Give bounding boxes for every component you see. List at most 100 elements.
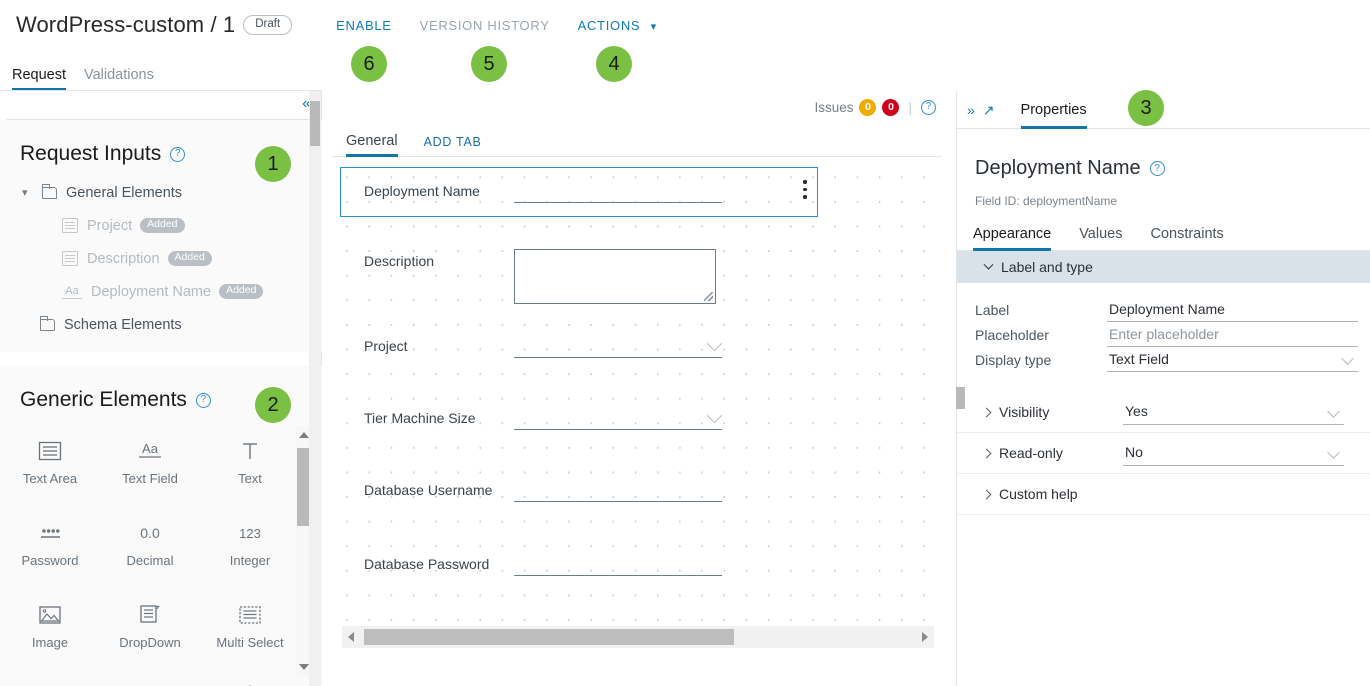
field-menu-icon[interactable] <box>803 180 807 203</box>
tree-item-project[interactable]: Project Added <box>18 209 322 242</box>
tab-properties[interactable]: Properties <box>1020 91 1087 129</box>
display-type-select[interactable]: Text Field <box>1107 347 1358 372</box>
tab-validations[interactable]: Validations <box>84 67 154 91</box>
palette-item-checkbox[interactable] <box>100 678 200 686</box>
accordion-label: Visibility <box>999 404 1050 420</box>
text-area-icon <box>62 251 78 266</box>
help-icon[interactable]: ? <box>195 392 211 408</box>
palette-item-decimal[interactable]: 0.0 Decimal <box>100 514 200 586</box>
field-textarea[interactable] <box>514 249 716 304</box>
actions-menu-button[interactable]: ACTIONS ▾ <box>564 12 671 39</box>
chevron-right-icon <box>981 489 992 499</box>
tab-request[interactable]: Request <box>12 67 67 91</box>
properties-scrollbar-thumb[interactable] <box>956 387 965 409</box>
visibility-select[interactable]: Yes <box>1123 399 1344 425</box>
palette-item-text-field[interactable]: Aa Text Field <box>100 432 200 504</box>
request-inputs-tree: ▾ General Elements Project Added Descrip… <box>0 172 322 341</box>
add-tab-button[interactable]: ADD TAB <box>424 135 482 156</box>
canvas-hscrollbar[interactable] <box>342 626 934 648</box>
version-history-button[interactable]: VERSION HISTORY <box>406 12 564 39</box>
canvas-field-database-username[interactable]: Database Username <box>364 478 722 502</box>
scroll-up-icon[interactable] <box>299 432 309 438</box>
palette-item-text-area[interactable]: Text Area <box>0 432 100 504</box>
svg-text:Aa: Aa <box>142 441 159 456</box>
tab-values[interactable]: Values <box>1079 226 1122 250</box>
added-badge: Added <box>167 250 212 267</box>
chevron-down-icon: ▾ <box>650 20 657 33</box>
help-icon[interactable]: ? <box>1149 161 1165 176</box>
issues-warning-badge[interactable]: 0 <box>859 98 877 116</box>
palette-item-label: Image <box>31 635 69 650</box>
canvas-field-project[interactable]: Project <box>364 334 723 358</box>
scrollbar-thumb[interactable] <box>364 629 734 645</box>
topbar-actions: ENABLE VERSION HISTORY ACTIONS ▾ <box>322 12 671 39</box>
accordion-custom-help[interactable]: Custom help <box>957 474 1370 515</box>
issues-error-badge[interactable]: 0 <box>882 98 900 116</box>
canvas-field-database-password[interactable]: Database Password <box>364 552 722 576</box>
chevron-down-icon <box>1341 352 1354 365</box>
field-dropdown[interactable] <box>514 334 723 358</box>
issues-separator: | <box>908 99 912 115</box>
chevron-down-icon <box>983 259 994 270</box>
tab-general[interactable]: General <box>346 133 398 157</box>
accordion-label: Custom help <box>999 486 1078 502</box>
palette-item-dropdown[interactable]: DropDown <box>100 596 200 668</box>
canvas-field-deployment-name[interactable]: Deployment Name <box>364 179 722 203</box>
collapse-panel-icon[interactable]: » <box>967 103 975 117</box>
field-input[interactable] <box>514 478 722 502</box>
field-label: Description <box>364 253 435 269</box>
palette-item-password[interactable]: Password <box>0 514 100 586</box>
callout-badge-4: 4 <box>596 46 632 82</box>
help-icon[interactable]: ? <box>921 99 936 115</box>
form-canvas[interactable]: Deployment Name Description Project Tier… <box>332 157 942 652</box>
scroll-down-icon[interactable] <box>299 664 309 670</box>
expand-panel-icon[interactable]: ↗ <box>983 103 995 117</box>
field-input[interactable] <box>514 179 722 203</box>
section-label-and-type[interactable]: Label and type <box>957 251 1370 283</box>
palette-item-radio[interactable] <box>200 678 300 686</box>
palette-grid: Text Area Aa Text Field Text Password 0.… <box>0 432 300 686</box>
tab-constraints[interactable]: Constraints <box>1150 226 1223 250</box>
tab-values-label: Values <box>1079 226 1123 242</box>
chevron-down-icon[interactable]: ▾ <box>22 186 42 199</box>
chevron-down-icon <box>706 407 723 424</box>
palette-item-multi-select[interactable]: Multi Select <box>200 596 300 668</box>
top-bar: WordPress-custom / 1 Draft ENABLE VERSIO… <box>0 0 1370 50</box>
tree-item-schema-elements[interactable]: Schema Elements <box>18 308 322 341</box>
scroll-right-icon[interactable] <box>922 632 928 642</box>
placeholder-input[interactable]: Enter placeholder <box>1107 322 1358 347</box>
canvas-field-description[interactable]: Description <box>364 249 716 304</box>
text-field-icon: Aa <box>62 285 82 299</box>
page-title: WordPress-custom / 1 <box>16 12 236 37</box>
palette-item-image[interactable]: Image <box>0 596 100 668</box>
chevron-down-icon <box>1327 446 1340 459</box>
sidebar-scrollbar[interactable] <box>309 91 321 686</box>
palette-item-text[interactable]: Text <box>200 432 300 504</box>
palette-item-label: Decimal <box>126 553 174 568</box>
accordion-read-only[interactable]: Read-only No <box>957 433 1370 474</box>
help-icon[interactable]: ? <box>170 146 186 162</box>
label-input[interactable]: Deployment Name <box>1107 297 1358 322</box>
tab-appearance[interactable]: Appearance <box>973 226 1052 251</box>
tree-item-deployment-name[interactable]: Aa Deployment Name Added <box>18 275 322 308</box>
folder-icon <box>41 183 57 199</box>
generic-elements-title: Generic Elements <box>20 388 187 411</box>
issues-label: Issues <box>814 99 854 115</box>
palette-item-resize[interactable] <box>0 678 100 686</box>
folder-icon <box>39 315 55 331</box>
palette-item-integer[interactable]: 123 Integer <box>200 514 300 586</box>
scroll-left-icon[interactable] <box>348 632 354 642</box>
property-row-label: Label Deployment Name <box>957 297 1370 322</box>
canvas-field-tier-machine-size[interactable]: Tier Machine Size <box>364 406 723 430</box>
field-input[interactable] <box>514 552 722 576</box>
added-badge: Added <box>219 283 264 300</box>
tab-properties-label: Properties <box>1020 101 1087 118</box>
scrollbar-thumb[interactable] <box>310 101 320 146</box>
accordion-label: Read-only <box>999 445 1063 461</box>
accordion-visibility[interactable]: Visibility Yes <box>957 392 1370 433</box>
project-icon <box>62 218 78 233</box>
enable-button[interactable]: ENABLE <box>322 12 406 39</box>
read-only-select[interactable]: No <box>1123 440 1344 466</box>
field-dropdown[interactable] <box>514 406 723 430</box>
tree-item-description[interactable]: Description Added <box>18 242 322 275</box>
